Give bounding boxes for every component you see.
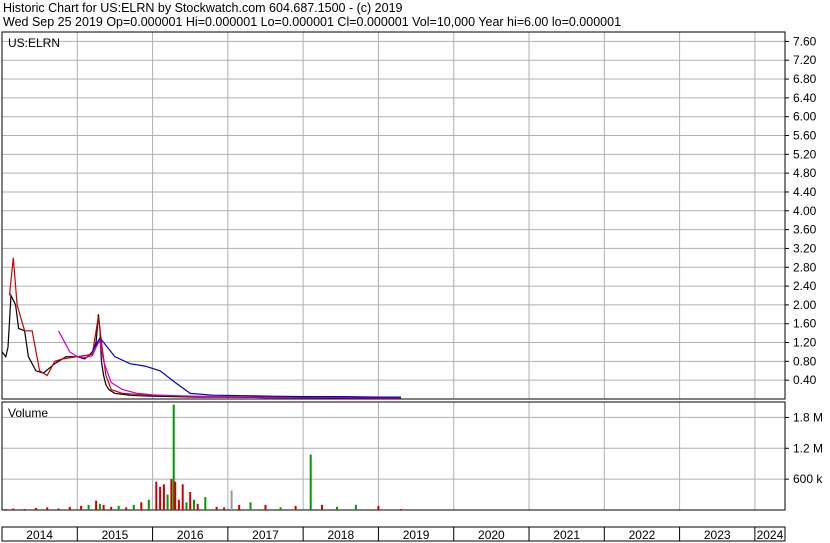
x-axis-group: 2014 2015 2016 2017 2018 2019 2020 2021 2022 2023… bbox=[26, 527, 784, 542]
price-y-tick-label: 3.20 bbox=[793, 241, 817, 255]
volume-bar bbox=[181, 484, 184, 510]
volume-bar bbox=[57, 508, 60, 510]
volume-panel-frame bbox=[1, 401, 786, 511]
price-y-tick-label: 3.60 bbox=[793, 223, 817, 237]
volume-bar bbox=[204, 497, 207, 510]
volume-bar bbox=[102, 504, 105, 510]
volume-bar bbox=[68, 506, 71, 510]
volume-bar bbox=[98, 503, 101, 510]
volume-bar bbox=[117, 505, 120, 510]
price-y-tick-label: 6.80 bbox=[793, 72, 817, 86]
volume-bar bbox=[223, 507, 226, 510]
price-series-line-0 bbox=[1, 293, 401, 399]
volume-bar bbox=[166, 494, 169, 510]
volume-bar bbox=[264, 504, 267, 510]
volume-bar bbox=[162, 484, 165, 510]
volume-bar bbox=[294, 505, 297, 510]
x-tick-label: 2014 bbox=[26, 528, 53, 542]
price-y-tick-label: 4.00 bbox=[793, 204, 817, 218]
price-gridlines bbox=[2, 32, 785, 399]
volume-y-tick-label: 1.2 M bbox=[793, 441, 823, 455]
volume-bar bbox=[249, 502, 252, 510]
volume-bar bbox=[110, 506, 113, 510]
x-tick-label: 2020 bbox=[478, 528, 505, 542]
volume-bar bbox=[140, 502, 143, 510]
price-series-line-1 bbox=[8, 257, 401, 399]
volume-bar bbox=[309, 454, 312, 510]
x-tick-label: 2015 bbox=[102, 528, 129, 542]
price-y-tick-label: 4.40 bbox=[793, 185, 817, 199]
volume-bar bbox=[215, 506, 218, 510]
volume-bar bbox=[354, 504, 357, 510]
price-y-tick-label: 0.80 bbox=[793, 354, 817, 368]
volume-panel-title: Volume bbox=[8, 406, 48, 420]
x-tick-label: 2018 bbox=[327, 528, 354, 542]
volume-bar bbox=[23, 509, 26, 510]
x-tick-label: 2017 bbox=[252, 528, 279, 542]
price-series-line-3 bbox=[91, 336, 401, 398]
volume-bar bbox=[185, 502, 188, 510]
price-y-tick-label: 4.80 bbox=[793, 166, 817, 180]
volume-bar bbox=[230, 490, 233, 510]
volume-y-tick-label: 1.8 M bbox=[793, 410, 823, 424]
volume-bar bbox=[174, 481, 177, 510]
volume-bar bbox=[279, 507, 282, 510]
x-tick-label: 2024 bbox=[757, 528, 784, 542]
price-y-tick-label: 7.20 bbox=[793, 53, 817, 67]
volume-bar bbox=[4, 509, 7, 510]
volume-bar bbox=[159, 486, 162, 510]
stock-chart: 7.60 7.20 6.80 6.40 6.00 5.60 5.20 4.80 4.40 4.00… bbox=[1, 31, 823, 542]
volume-bar bbox=[336, 506, 338, 510]
volume-bar bbox=[95, 500, 98, 510]
price-y-tick-label: 1.20 bbox=[793, 336, 817, 350]
volume-bar bbox=[196, 503, 199, 510]
volume-bar bbox=[87, 504, 90, 510]
x-tick-label: 2022 bbox=[629, 528, 656, 542]
price-y-tick-label: 6.40 bbox=[793, 91, 817, 105]
price-series-group bbox=[1, 257, 401, 399]
volume-bar bbox=[170, 479, 173, 510]
price-panel-title: US:ELRN bbox=[8, 36, 60, 50]
volume-gridlines bbox=[2, 402, 785, 510]
price-y-tick-label: 7.60 bbox=[793, 34, 817, 48]
x-tick-label: 2016 bbox=[177, 528, 204, 542]
volume-bar bbox=[193, 499, 195, 510]
volume-bar bbox=[132, 504, 135, 510]
price-panel-frame bbox=[1, 31, 786, 400]
price-y-tick-label: 2.00 bbox=[793, 298, 817, 312]
volume-bar bbox=[155, 481, 158, 510]
volume-bar bbox=[377, 505, 380, 510]
volume-bars-group bbox=[4, 404, 402, 510]
volume-y-tick-label: 600 k bbox=[793, 472, 823, 486]
price-y-tick-label: 5.20 bbox=[793, 147, 817, 161]
x-tick-label: 2023 bbox=[704, 528, 731, 542]
volume-bar bbox=[400, 509, 402, 510]
price-y-tick-label: 1.60 bbox=[793, 317, 817, 331]
volume-bar bbox=[12, 508, 15, 510]
price-y-axis-labels: 7.60 7.20 6.80 6.40 6.00 5.60 5.20 4.80 4.40 4.00… bbox=[785, 34, 817, 387]
price-y-tick-label: 6.00 bbox=[793, 110, 817, 124]
volume-bar bbox=[189, 492, 192, 510]
price-y-tick-label: 2.80 bbox=[793, 260, 817, 274]
volume-bar bbox=[80, 505, 83, 510]
volume-bar bbox=[177, 499, 180, 510]
price-y-tick-label: 5.60 bbox=[793, 129, 817, 143]
volume-bar bbox=[147, 499, 150, 510]
price-y-tick-label: 0.40 bbox=[793, 373, 817, 387]
price-y-tick-label: 2.40 bbox=[793, 279, 817, 293]
x-tick-label: 2019 bbox=[403, 528, 430, 542]
x-tick-label: 2021 bbox=[553, 528, 580, 542]
volume-bar bbox=[238, 504, 241, 510]
volume-bar bbox=[125, 507, 128, 510]
volume-bar bbox=[321, 504, 323, 510]
volume-y-axis-labels: 1.8 M 1.2 M 600 k bbox=[785, 410, 823, 486]
volume-bar bbox=[34, 507, 37, 510]
volume-bar bbox=[46, 507, 49, 510]
